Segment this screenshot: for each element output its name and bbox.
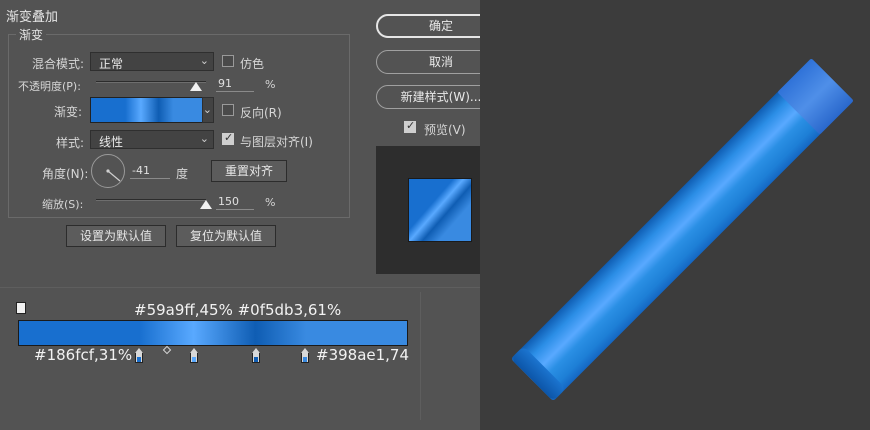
opacity-stop-marker[interactable]: [16, 302, 26, 314]
layer-style-dialog: 渐变叠加 渐变 混合模式: 正常 ⌄ 仿色 不透明度(P): 91 % 渐变: …: [0, 0, 506, 430]
reset-default-button[interactable]: 复位为默认值: [176, 225, 276, 247]
gradient-stop-left-label: #186fcf,31%: [34, 346, 133, 364]
color-stop-swatch: [192, 357, 196, 362]
color-stop-swatch: [303, 357, 307, 362]
reverse-label: 反向(R): [240, 106, 282, 120]
style-value: 线性: [99, 135, 124, 149]
color-stop-2[interactable]: [190, 348, 198, 363]
canvas-area: [480, 0, 870, 430]
gradient-stops-top-label: #59a9ff,45% #0f5db3,61%: [134, 301, 342, 319]
style-preview-swatch: [408, 178, 472, 242]
gradient-label: 渐变:: [54, 105, 83, 119]
divider: [420, 292, 421, 420]
chevron-down-icon: ⌄: [199, 132, 209, 145]
opacity-slider-handle[interactable]: [190, 82, 203, 91]
color-stop-3[interactable]: [252, 348, 260, 363]
color-stop-1[interactable]: [135, 348, 143, 363]
opacity-label: 不透明度(P):: [18, 80, 81, 93]
gradient-stop-right-label: #398ae1,74: [316, 346, 410, 364]
angle-dial[interactable]: [91, 154, 125, 188]
scale-slider-track[interactable]: [96, 199, 206, 201]
opacity-input[interactable]: 91: [216, 77, 254, 92]
gradient-picker-button[interactable]: ⌄: [202, 97, 214, 123]
color-stop-4[interactable]: [301, 348, 309, 363]
scale-slider-handle[interactable]: [200, 200, 212, 209]
section-title: 渐变叠加: [6, 10, 59, 25]
align-label: 与图层对齐(I): [240, 135, 313, 149]
scale-label: 缩放(S):: [42, 198, 84, 211]
angle-unit: 度: [176, 167, 189, 181]
gradient-midpoint[interactable]: [162, 345, 172, 355]
align-checkbox[interactable]: [222, 131, 234, 145]
opacity-unit: %: [265, 78, 276, 91]
chevron-down-icon: ⌄: [202, 103, 212, 116]
style-preview-box: [376, 146, 486, 274]
dither-label: 仿色: [240, 57, 265, 71]
divider: [0, 287, 480, 288]
color-stop-swatch: [254, 357, 258, 362]
tube-illustration: [512, 59, 853, 400]
gradient-swatch[interactable]: [90, 97, 203, 123]
angle-dial-needle-icon: [106, 169, 121, 182]
scale-unit: %: [265, 196, 276, 209]
style-label: 样式:: [56, 136, 85, 150]
gradient-editor-bar[interactable]: [18, 320, 408, 346]
blend-mode-select[interactable]: 正常 ⌄: [90, 52, 214, 71]
blend-mode-value: 正常: [99, 57, 124, 71]
preview-checkbox[interactable]: [404, 119, 416, 133]
reset-align-button[interactable]: 重置对齐: [211, 160, 287, 182]
blend-mode-label: 混合模式:: [31, 57, 84, 71]
style-select[interactable]: 线性 ⌄: [90, 130, 214, 149]
preview-label: 预览(V): [424, 123, 466, 137]
set-default-button[interactable]: 设置为默认值: [66, 225, 166, 247]
group-title: 渐变: [16, 26, 47, 43]
scale-input[interactable]: 150: [216, 195, 254, 210]
angle-input[interactable]: -41: [130, 164, 170, 179]
dither-checkbox[interactable]: [222, 55, 234, 67]
chevron-down-icon: ⌄: [199, 54, 209, 67]
reverse-checkbox[interactable]: [222, 104, 234, 116]
color-stop-swatch: [137, 357, 141, 362]
angle-label: 角度(N):: [42, 167, 89, 181]
